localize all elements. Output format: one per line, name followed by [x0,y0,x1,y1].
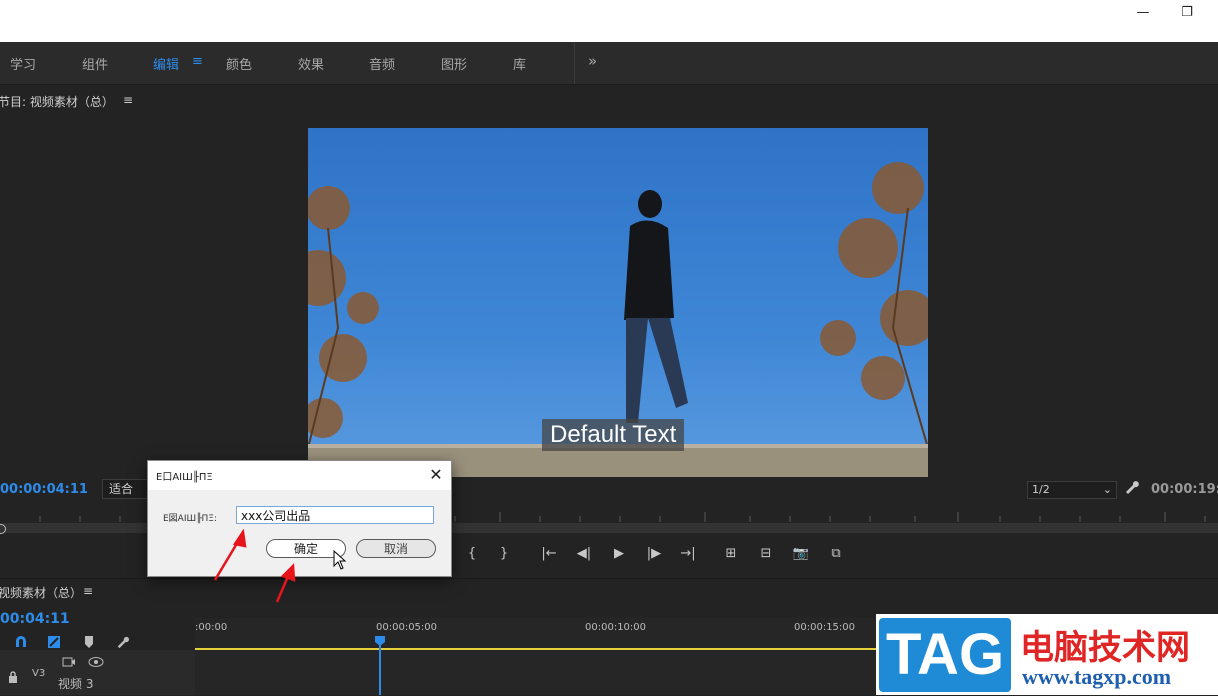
timeline-settings-wrench-icon[interactable] [116,634,130,649]
program-duration: 00:00:19:0 [1151,482,1218,497]
mark-out-button[interactable]: } [494,545,514,563]
dialog-title-bar: E口AIШ╟ΠΞ ✕ [148,461,451,490]
resolution-value: 1/2 [1032,483,1050,496]
fit-dropdown[interactable]: 适合 [102,479,150,499]
annotation-arrows [213,528,296,603]
linked-selection-icon[interactable] [47,634,61,648]
watermark-site-name: 电脑技术网 [1020,628,1190,668]
tab-learn[interactable]: 学习 [10,54,36,73]
title-overlay-text[interactable]: Default Text [542,419,685,451]
step-back-button[interactable]: ◀| [574,545,594,563]
ruler-label-0: :00:00 [195,622,228,633]
lift-button[interactable]: ⊞ [721,545,741,563]
track-header-v3: V3 视频 3 [0,650,195,695]
tab-assembly[interactable]: 组件 [82,54,108,73]
ruler-label-15: 00:00:15:00 [794,622,856,633]
add-marker-icon[interactable] [83,634,95,648]
tab-graphics[interactable]: 图形 [441,54,467,73]
comparison-view-button[interactable]: ⧉ [826,545,846,563]
tab-audio[interactable]: 音频 [369,54,395,73]
workspace-separator [574,42,575,84]
go-to-out-button[interactable]: →| [678,545,698,563]
dialog-close-icon[interactable]: ✕ [426,465,446,485]
wrench-icon[interactable] [1124,479,1142,497]
watermark-url: www.tagxp.com [1022,664,1172,689]
ruler-label-5: 00:00:05:00 [376,622,438,633]
extract-button[interactable]: ⊟ [756,545,776,563]
timeline-current-time[interactable]: 00:04:11 [0,611,70,627]
snap-magnet-icon[interactable] [14,634,28,648]
go-to-in-button[interactable]: |← [539,545,559,563]
play-button[interactable]: ▶ [609,545,629,563]
cancel-button[interactable]: 取消 [356,539,436,558]
step-forward-button[interactable]: |▶ [644,545,664,563]
program-current-time[interactable]: 00:00:04:11 [0,482,88,497]
title-bar: — ❐ [0,0,1218,42]
track-label-v3[interactable]: V3 [32,668,45,679]
tab-effects[interactable]: 效果 [298,54,324,73]
name-input[interactable]: xxx公司出品 [236,506,434,524]
toggle-sync-lock-icon[interactable] [62,653,76,667]
resolution-dropdown[interactable]: 1/2 ⌄ [1027,481,1117,499]
lock-icon[interactable] [8,668,18,683]
eye-icon[interactable] [88,653,104,667]
dialog-title: E口AIШ╟ΠΞ [156,472,213,483]
ruler-label-10: 00:00:10:00 [585,622,647,633]
mouse-cursor-icon [333,550,347,570]
program-monitor-menu-icon[interactable]: ≡ [123,93,133,107]
restore-button[interactable]: ❐ [1174,4,1200,22]
minimize-button[interactable]: — [1130,4,1156,22]
watermark: TAG 电脑技术网 www.tagxp.com [876,614,1218,695]
dialog-field-label: E図AIШ╟ΠΞ: [163,514,218,524]
tab-libraries[interactable]: 库 [513,54,526,73]
track-name-v3: 视频 3 [58,677,94,691]
tab-color[interactable]: 颜色 [226,54,252,73]
workspace-bar: 学习 组件 编辑 ≡ 颜色 效果 音频 图形 库 » [0,42,1218,85]
export-frame-camera-icon[interactable]: 📷 [791,545,811,563]
mark-in-button[interactable]: { [462,545,482,563]
tab-editing[interactable]: 编辑 [153,54,179,73]
program-monitor-title: 节目: 视频素材（总） [0,95,114,109]
workspace-overflow-icon[interactable]: » [588,52,597,70]
watermark-logo: TAG [879,618,1011,692]
timeline-menu-icon[interactable]: ≡ [83,584,93,598]
chevron-down-icon: ⌄ [1102,483,1112,496]
timeline-title: 视频素材（总） [0,586,83,600]
tab-menu-icon[interactable]: ≡ [192,54,203,69]
